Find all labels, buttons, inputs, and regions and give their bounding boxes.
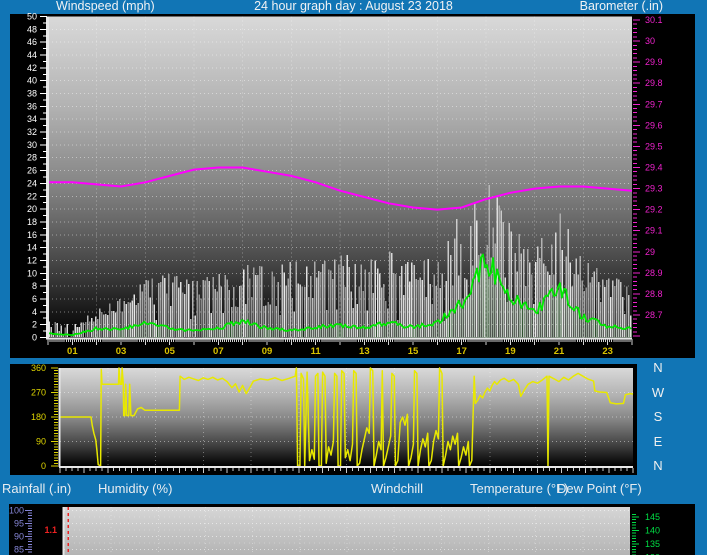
svg-text:29.2: 29.2 bbox=[645, 205, 663, 215]
svg-text:14: 14 bbox=[27, 243, 37, 253]
svg-text:40: 40 bbox=[27, 76, 37, 86]
windchill-section-label: Windchill bbox=[371, 481, 424, 496]
svg-text:07: 07 bbox=[213, 346, 224, 357]
svg-text:22: 22 bbox=[27, 191, 37, 201]
svg-text:4: 4 bbox=[32, 307, 37, 317]
svg-text:95: 95 bbox=[14, 519, 24, 529]
svg-text:21: 21 bbox=[554, 346, 565, 357]
charts-canvas: 0246810121416182022242628303234363840424… bbox=[9, 12, 663, 555]
svg-text:100: 100 bbox=[9, 506, 24, 516]
svg-text:46: 46 bbox=[27, 37, 37, 47]
svg-text:12: 12 bbox=[27, 255, 37, 265]
svg-text:30: 30 bbox=[645, 36, 655, 46]
svg-text:32: 32 bbox=[27, 127, 37, 137]
clipped-next-chart bbox=[62, 507, 630, 555]
svg-text:28: 28 bbox=[27, 153, 37, 163]
svg-text:29.4: 29.4 bbox=[645, 163, 663, 173]
svg-text:38: 38 bbox=[27, 89, 37, 99]
humidity-axis: 100 95 90 85 bbox=[9, 506, 32, 555]
svg-text:29.8: 29.8 bbox=[645, 78, 663, 88]
svg-text:01: 01 bbox=[67, 346, 78, 357]
svg-text:29.5: 29.5 bbox=[645, 141, 663, 151]
svg-text:13: 13 bbox=[359, 346, 370, 357]
svg-text:29.1: 29.1 bbox=[645, 226, 663, 236]
svg-text:09: 09 bbox=[262, 346, 273, 357]
barometer-title: Barometer (.in) bbox=[579, 0, 663, 13]
svg-text:28.8: 28.8 bbox=[645, 289, 663, 299]
svg-text:85: 85 bbox=[14, 545, 24, 555]
svg-text:42: 42 bbox=[27, 63, 37, 73]
svg-text:0: 0 bbox=[32, 333, 37, 343]
weather-graph-window: 0 2 4 6 8 10 12 14 16 18 20 22 24 26 28 30 32 34 36 38 40 42 4… bbox=[0, 0, 707, 555]
svg-text:140: 140 bbox=[645, 526, 660, 536]
windspeed-axis: 0246810121416182022242628303234363840424… bbox=[27, 12, 47, 343]
svg-text:6: 6 bbox=[32, 294, 37, 304]
svg-text:145: 145 bbox=[645, 512, 660, 522]
svg-text:135: 135 bbox=[645, 539, 660, 549]
svg-text:16: 16 bbox=[27, 230, 37, 240]
svg-text:180: 180 bbox=[31, 412, 46, 422]
svg-text:29: 29 bbox=[645, 247, 655, 257]
svg-text:36: 36 bbox=[27, 101, 37, 111]
svg-text:17: 17 bbox=[456, 346, 467, 357]
compass-label-n2: N bbox=[653, 458, 663, 473]
svg-text:24: 24 bbox=[27, 178, 37, 188]
svg-text:29.3: 29.3 bbox=[645, 184, 663, 194]
svg-text:90: 90 bbox=[14, 532, 24, 542]
svg-text:03: 03 bbox=[116, 346, 127, 357]
svg-text:20: 20 bbox=[27, 204, 37, 214]
svg-text:11: 11 bbox=[311, 346, 322, 357]
windspeed-barometer-chart bbox=[46, 16, 633, 340]
svg-text:10: 10 bbox=[27, 268, 37, 278]
svg-text:29.9: 29.9 bbox=[645, 57, 663, 67]
svg-text:23: 23 bbox=[602, 346, 613, 357]
svg-text:29.6: 29.6 bbox=[645, 120, 663, 130]
svg-text:0: 0 bbox=[41, 461, 46, 471]
svg-text:2: 2 bbox=[32, 320, 37, 330]
svg-text:28.7: 28.7 bbox=[645, 310, 663, 320]
compass-label-w: W bbox=[651, 385, 665, 400]
barometer-axis: 28.7 28.8 28.9 29 29.1 29.2 29.3 29.4 29.5 29.6 29… bbox=[633, 15, 663, 337]
temperature-section-label: Temperature (°F) bbox=[470, 481, 569, 496]
compass-label-e: E bbox=[653, 434, 663, 449]
wind-direction-chart bbox=[58, 367, 634, 468]
svg-text:44: 44 bbox=[27, 50, 37, 60]
svg-text:34: 34 bbox=[27, 114, 37, 124]
svg-text:26: 26 bbox=[27, 166, 37, 176]
svg-text:48: 48 bbox=[27, 24, 37, 34]
humidity-section-label: Humidity (%) bbox=[98, 481, 173, 496]
svg-text:28.9: 28.9 bbox=[645, 268, 663, 278]
svg-text:05: 05 bbox=[164, 346, 175, 357]
svg-text:29.7: 29.7 bbox=[645, 99, 663, 109]
svg-text:15: 15 bbox=[408, 346, 419, 357]
compass-label-n: N bbox=[653, 360, 663, 375]
svg-text:1.1: 1.1 bbox=[44, 525, 57, 535]
dewpoint-section-label: Dew Point (°F) bbox=[557, 481, 642, 496]
hour-axis: 01 03 05 07 09 11 13 15 17 19 21 23 bbox=[47, 339, 633, 357]
svg-text:19: 19 bbox=[505, 346, 516, 357]
svg-text:30.1: 30.1 bbox=[645, 15, 663, 25]
temperature-axis: 145140135130 bbox=[632, 512, 660, 555]
svg-text:360: 360 bbox=[31, 363, 46, 373]
svg-text:18: 18 bbox=[27, 217, 37, 227]
rainfall-section-label: Rainfall (.in) bbox=[2, 481, 72, 496]
compass-label-s: S bbox=[653, 409, 663, 424]
svg-text:270: 270 bbox=[31, 388, 46, 398]
svg-text:30: 30 bbox=[27, 140, 37, 150]
svg-text:90: 90 bbox=[36, 437, 46, 447]
svg-text:8: 8 bbox=[32, 281, 37, 291]
